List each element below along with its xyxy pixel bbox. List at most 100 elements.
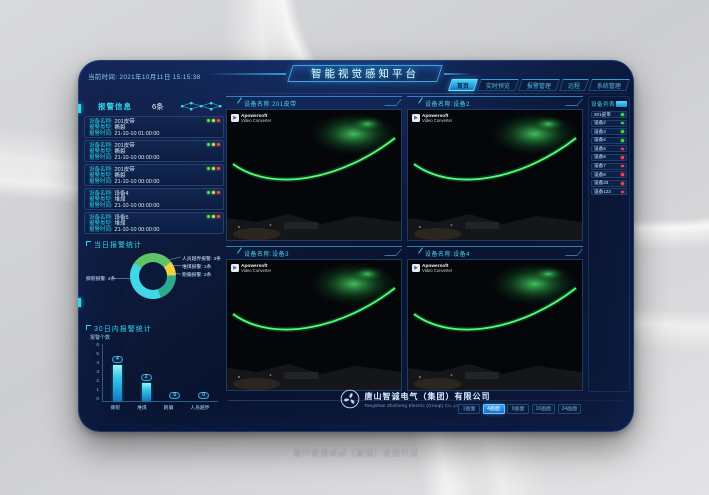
alarm-time-value: 21-10-10 00:00:00 xyxy=(115,179,160,185)
video-scene-decoration xyxy=(227,260,401,390)
apowersoft-icon: ▶ xyxy=(412,114,420,122)
y-tick: 5 xyxy=(96,353,99,357)
device-list-item[interactable]: 设备6 xyxy=(591,154,627,161)
watermark-line2: Video Converter xyxy=(422,119,452,124)
device-name: 设备33 xyxy=(594,180,608,186)
device-panel-header: 设备列表 xyxy=(591,99,627,108)
nav-tab-home[interactable]: 首页 xyxy=(448,79,478,91)
video-panel-2[interactable]: 设备名称:设备2 ▶ Apower xyxy=(407,96,583,241)
device-list-item[interactable]: 设备5 xyxy=(591,145,627,152)
edge-accent xyxy=(78,104,81,113)
alarm-card[interactable]: 设备名称:设备5 报警类型:堆煤 报警时间:21-10-10 00:00:00 xyxy=(84,212,224,234)
device-list-item[interactable]: 设备33 xyxy=(591,180,627,187)
alarm-time-label: 报警时间: xyxy=(89,179,113,185)
device-name: 设备5 xyxy=(594,146,606,152)
status-dot-icon xyxy=(621,182,624,185)
x-tick: 堆煤 xyxy=(137,404,147,411)
watermark: ▶ ApowersoftVideo Converter xyxy=(231,114,271,124)
bar-slot: 4 xyxy=(104,356,130,402)
device-name: 201皮带 xyxy=(594,112,611,118)
dashboard-screen: 当前时间: 2021年10月11日 15:15:38 智能视觉感知平台 首页 实… xyxy=(78,60,634,432)
y-tick: 4 xyxy=(96,362,99,366)
view-16-button[interactable]: 16画面 xyxy=(532,404,556,414)
bar-slot: 0 xyxy=(162,392,188,402)
device-list-item[interactable]: 设备7 xyxy=(591,163,627,170)
bar xyxy=(142,383,151,401)
title-decor-line xyxy=(206,73,286,75)
alarm-card[interactable]: 设备名称:201皮带 报警类型:撕裂 报警时间:21-10-10 00:00:0… xyxy=(84,164,224,186)
view-24-button[interactable]: 24画面 xyxy=(558,404,582,414)
edge-accent xyxy=(78,298,81,307)
alarm-card[interactable]: 设备名称:设备4 报警类型:堆煤 报警时间:21-10-10 00:00:00 xyxy=(84,188,224,210)
view-1-button[interactable]: 1画面 xyxy=(458,404,480,414)
bar-plot-area: 4 2 0 0 xyxy=(102,344,218,402)
status-lights-icon xyxy=(207,167,220,170)
device-name: 设备123 xyxy=(594,189,611,195)
nav-tab-system[interactable]: 系统管理 xyxy=(588,79,630,91)
device-list-panel: 设备列表 201皮带 设备2 设备3 设备4 设备5 设备6 设备7 设备8 设… xyxy=(588,96,630,392)
status-lights-icon xyxy=(207,119,220,122)
alarm-panel-title: 报警信息 xyxy=(98,101,132,112)
donut-annotation: 跑偏报警: 2条 xyxy=(182,271,211,278)
status-dot-icon xyxy=(621,148,624,151)
alarm-panel-header: 报警信息 6条 xyxy=(84,100,224,113)
device-list-item[interactable]: 设备3 xyxy=(591,128,627,135)
y-axis-ticks: 6 5 4 3 2 1 0 xyxy=(90,344,99,402)
nav-tab-remote[interactable]: 远程 xyxy=(559,79,589,91)
daily-alarm-chart: 人员越界报警: 3条 堆煤报警: 1条 跑偏报警: 2条 撕裂报警: 4条 xyxy=(84,248,224,320)
video-panel-3[interactable]: 设备名称:设备3 ▶ Apower xyxy=(226,246,402,391)
device-name: 设备4 xyxy=(594,137,606,143)
device-name: 设备2 xyxy=(594,120,606,126)
watermark-line2: Video Converter xyxy=(241,119,271,124)
y-tick: 1 xyxy=(96,389,99,393)
view-9-button[interactable]: 9画面 xyxy=(507,404,529,414)
status-dot-icon xyxy=(621,139,624,142)
donut-connector xyxy=(168,256,181,260)
y-axis-label: 报警个数 xyxy=(90,334,110,341)
video-panel-1[interactable]: 设备名称:201皮带 xyxy=(226,96,402,241)
nav-tab-alarm-management[interactable]: 报警管理 xyxy=(518,79,560,91)
device-name: 设备6 xyxy=(594,154,606,160)
y-tick: 3 xyxy=(96,371,99,375)
nav-tab-label: 报警管理 xyxy=(527,81,551,90)
alarm-list: 设备名称:201皮带 报警类型:撕裂 报警时间:21-10-10 01:00:0… xyxy=(84,116,224,236)
alarm-card[interactable]: 设备名称:201皮带 报警类型:撕裂 报警时间:21-10-10 01:00:0… xyxy=(84,116,224,138)
y-tick: 0 xyxy=(96,398,99,402)
apowersoft-icon: ▶ xyxy=(231,264,239,272)
donut-annotation: 人员越界报警: 3条 xyxy=(182,255,221,262)
alarm-card[interactable]: 设备名称:201皮带 报警类型:撕裂 报警时间:21-10-10 00:00:0… xyxy=(84,140,224,162)
donut-connector xyxy=(172,265,181,266)
device-panel-title: 设备列表 xyxy=(591,100,615,108)
device-list-item[interactable]: 设备2 xyxy=(591,120,627,127)
x-tick: 撕裂 xyxy=(110,404,120,411)
watermark: ▶ ApowersoftVideo Converter xyxy=(231,264,271,274)
video-panel-4[interactable]: 设备名称:设备4 ▶ Apower xyxy=(407,246,583,391)
device-list-item[interactable]: 设备4 xyxy=(591,137,627,144)
view-4-button[interactable]: 4画面 xyxy=(483,404,505,414)
device-list-item[interactable]: 设备123 xyxy=(591,188,627,195)
device-name: 设备3 xyxy=(594,129,606,135)
page-title-frame: 智能视觉感知平台 xyxy=(287,65,443,82)
video-panel-title: 设备名称:201皮带 xyxy=(244,99,297,108)
company-logo-icon xyxy=(340,389,360,409)
bar-value: 2 xyxy=(141,374,152,382)
nav-tab-label: 远程 xyxy=(568,81,580,90)
screen-reflection: 唐山智诚电气（集团）有限公司 xyxy=(78,447,634,458)
alarm-time-label: 报警时间: xyxy=(89,203,113,209)
alarm-sidebar: 报警信息 6条 设备名称:201皮带 报警类型 xyxy=(84,100,224,428)
device-list-item[interactable]: 201皮带 xyxy=(591,111,627,118)
status-dot-icon xyxy=(621,130,624,133)
desktop-background: 当前时间: 2021年10月11日 15:15:38 智能视觉感知平台 首页 实… xyxy=(0,0,709,495)
status-lights-icon xyxy=(207,143,220,146)
x-axis-categories: 撕裂 堆煤 跑偏 人员越界 xyxy=(102,404,218,411)
alarm-time-label: 报警时间: xyxy=(89,227,113,233)
donut-annotation: 撕裂报警: 4条 xyxy=(86,275,115,282)
x-tick: 跑偏 xyxy=(164,404,174,411)
video-panel-header: 设备名称:201皮带 xyxy=(226,96,402,109)
nav-tab-live-preview[interactable]: 实时预览 xyxy=(477,79,519,91)
device-panel-tab[interactable] xyxy=(616,101,627,107)
device-list-item[interactable]: 设备8 xyxy=(591,171,627,178)
title-decor-line xyxy=(444,73,470,75)
donut-hole xyxy=(139,262,167,290)
status-lights-icon xyxy=(207,191,220,194)
